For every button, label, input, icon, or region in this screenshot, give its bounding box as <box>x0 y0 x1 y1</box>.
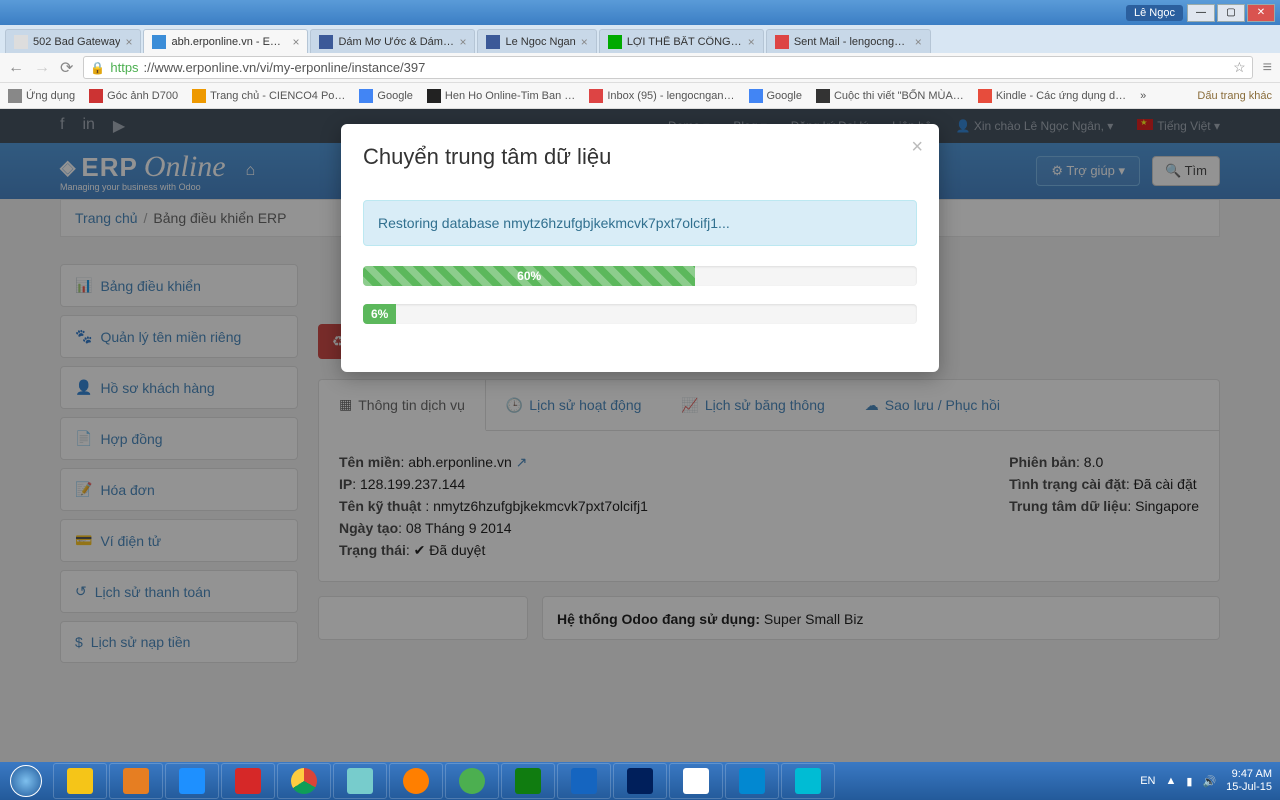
bookmark-item[interactable]: Inbox (95) - lengocngan… <box>589 89 734 103</box>
taskbar-photoshop[interactable] <box>613 763 667 799</box>
window-titlebar: Lê Ngọc — ▢ ✕ <box>0 0 1280 25</box>
close-icon[interactable]: × <box>581 35 588 49</box>
tray-lang[interactable]: EN <box>1140 775 1155 787</box>
progress-step-bar: 6% <box>363 304 396 324</box>
taskbar-app[interactable] <box>669 763 723 799</box>
other-bookmarks[interactable]: Dấu trang khác <box>1193 90 1272 102</box>
modal-title: Chuyển trung tâm dữ liệu <box>363 144 917 170</box>
tray-volume-icon[interactable]: 🔊 <box>1202 775 1216 788</box>
progress-overall-bar: 60% <box>363 266 695 286</box>
tray-clock[interactable]: 9:47 AM15-Jul-15 <box>1226 768 1272 794</box>
lock-icon: 🔒 <box>90 61 105 75</box>
windows-taskbar: EN ▲ ▮ 🔊 9:47 AM15-Jul-15 <box>0 762 1280 800</box>
bookmarks-bar: Ứng dụng Góc ảnh D700 Trang chủ - CIENCO… <box>0 83 1280 109</box>
taskbar-app[interactable] <box>333 763 387 799</box>
bookmark-item[interactable]: Kindle - Các ứng dụng d… <box>978 89 1126 103</box>
progress-overall: 60% <box>363 266 917 286</box>
taskbar-firefox[interactable] <box>389 763 443 799</box>
bookmark-item[interactable]: Hen Ho Online-Tim Ban … <box>427 89 575 103</box>
minimize-button[interactable]: — <box>1187 4 1215 22</box>
https-label: https <box>110 60 138 75</box>
taskbar-app[interactable] <box>781 763 835 799</box>
bookmark-item[interactable]: Google <box>359 89 412 103</box>
bookmark-star-icon[interactable]: ☆ <box>1233 59 1246 76</box>
windows-user-chip: Lê Ngọc <box>1126 5 1183 21</box>
close-window-button[interactable]: ✕ <box>1247 4 1275 22</box>
close-icon[interactable]: × <box>292 35 299 49</box>
bookmark-item[interactable]: Góc ảnh D700 <box>89 89 178 103</box>
modal-status-alert: Restoring database nmytz6hzufgbjkekmcvk7… <box>363 200 917 246</box>
tab-facebook-1[interactable]: Dám Mơ Ước & Dám Thành…× <box>310 29 475 53</box>
taskbar-app[interactable] <box>221 763 275 799</box>
bookmarks-overflow[interactable]: » <box>1140 90 1146 102</box>
tab-bad-gateway[interactable]: 502 Bad Gateway× <box>5 29 141 53</box>
bookmark-item[interactable]: Cuộc thi viết "BỐN MÙA… <box>816 89 964 103</box>
tab-facebook-2[interactable]: Le Ngoc Ngan× <box>477 29 596 53</box>
taskbar-app[interactable] <box>109 763 163 799</box>
forward-button[interactable]: → <box>34 59 50 77</box>
bookmark-item[interactable]: Google <box>749 89 802 103</box>
close-icon[interactable]: × <box>748 35 755 49</box>
url-input[interactable] <box>144 60 1229 75</box>
reload-button[interactable]: ⟳ <box>60 58 73 78</box>
maximize-button[interactable]: ▢ <box>1217 4 1245 22</box>
window-controls: — ▢ ✕ <box>1187 4 1275 22</box>
taskbar-word[interactable] <box>557 763 611 799</box>
taskbar-chrome[interactable] <box>277 763 331 799</box>
taskbar-teamviewer[interactable] <box>725 763 779 799</box>
browser-tabstrip: 502 Bad Gateway× abh.erponline.vn - ERPO… <box>0 25 1280 53</box>
tab-gmail[interactable]: Sent Mail - lengocngan@g…× <box>766 29 931 53</box>
tab-erp-instance[interactable]: abh.erponline.vn - ERPOnli…× <box>143 29 308 53</box>
taskbar-app[interactable] <box>165 763 219 799</box>
taskbar-excel[interactable] <box>501 763 555 799</box>
tray-network-icon[interactable]: ▮ <box>1186 775 1192 788</box>
windows-logo-icon <box>10 765 42 797</box>
back-button[interactable]: ← <box>8 59 24 77</box>
progress-step: 6% <box>363 304 917 324</box>
system-tray: EN ▲ ▮ 🔊 9:47 AM15-Jul-15 <box>1140 768 1280 794</box>
bookmark-item[interactable]: Trang chủ - CIENCO4 Po… <box>192 89 345 103</box>
close-icon[interactable]: × <box>125 35 132 49</box>
close-icon[interactable]: × <box>915 35 922 49</box>
tray-up-icon[interactable]: ▲ <box>1165 775 1176 787</box>
modal-close-button[interactable]: × <box>911 136 923 159</box>
chrome-menu-icon[interactable]: ≡ <box>1263 59 1272 77</box>
apps-shortcut[interactable]: Ứng dụng <box>8 89 75 103</box>
taskbar-app[interactable] <box>445 763 499 799</box>
browser-toolbar: ← → ⟳ 🔒 https ☆ ≡ <box>0 53 1280 83</box>
tab-article[interactable]: LỢI THẾ BẤT CÔNG _ Tí…× <box>599 29 764 53</box>
transfer-dc-modal: × Chuyển trung tâm dữ liệu Restoring dat… <box>341 124 939 372</box>
address-bar[interactable]: 🔒 https ☆ <box>83 56 1252 79</box>
close-icon[interactable]: × <box>459 35 466 49</box>
taskbar-app[interactable] <box>53 763 107 799</box>
start-button[interactable] <box>0 762 52 800</box>
